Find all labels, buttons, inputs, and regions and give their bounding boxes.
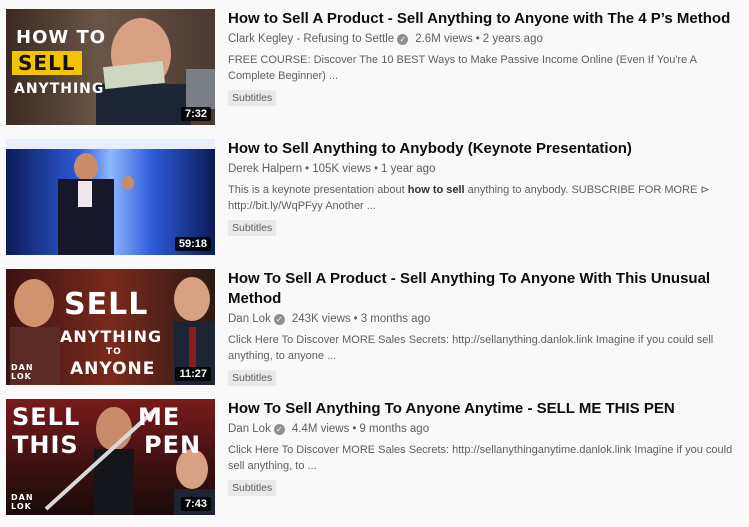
channel-name[interactable]: Dan Lok: [228, 313, 271, 325]
thumbnail-text-line: SELL: [64, 287, 149, 322]
thumbnail-text-line: PEN: [144, 431, 202, 459]
video-byline: Clark Kegley - Refusing to Settle ✓ 2.6M…: [228, 33, 735, 45]
description-highlight: how to sell: [407, 184, 465, 196]
video-byline: Dan Lok ✓ 243K views • 3 months ago: [228, 313, 735, 325]
video-byline: Dan Lok ✓ 4.4M views • 9 months ago: [228, 423, 735, 435]
dan-lok-logo: DAN LOK: [11, 363, 34, 381]
video-duration: 59:18: [174, 237, 211, 251]
video-description: This is a keynote presentation about how…: [228, 182, 735, 214]
thumbnail-text-line: SELL: [12, 403, 81, 431]
upload-age: 1 year ago: [381, 163, 436, 175]
view-count: 4.4M views: [291, 423, 350, 435]
video-thumbnail[interactable]: SELL ANYTHING TO ANYONE DAN LOK 11:27: [6, 269, 215, 385]
thumbnail-text-line: TO: [106, 347, 122, 357]
video-title[interactable]: How To Sell Anything To Anyone Anytime -…: [228, 399, 735, 419]
description-text: This is a keynote presentation about: [228, 184, 408, 196]
thumbnail-text-line: SELL: [18, 51, 76, 75]
view-count: 243K views: [291, 313, 351, 325]
video-description: FREE COURSE: Discover The 10 BEST Ways t…: [228, 54, 697, 82]
subtitles-badge: Subtitles: [228, 220, 277, 236]
byline-separator: •: [374, 163, 379, 175]
video-title[interactable]: How To Sell A Product - Sell Anything To…: [228, 269, 735, 309]
video-title[interactable]: How to Sell Anything to Anybody (Keynote…: [228, 139, 735, 159]
upload-age: 3 months ago: [360, 313, 431, 325]
channel-name[interactable]: Clark Kegley - Refusing to Settle: [228, 33, 394, 45]
byline-separator: •: [352, 423, 357, 435]
verified-check-icon: ✓: [273, 423, 285, 435]
channel-name[interactable]: Dan Lok: [228, 423, 271, 435]
video-description: Click Here To Discover MORE Sales Secret…: [228, 334, 714, 362]
thumbnail-highlight: SELL: [12, 51, 82, 75]
thumbnail-text-line: HOW TO: [16, 27, 107, 48]
search-results-list: HOW TO SELL ANYTHING 7:32 How to Sell A …: [0, 0, 749, 527]
thumbnail-text-line: ANYONE: [70, 359, 156, 379]
video-thumbnail[interactable]: HOW TO SELL ANYTHING 7:32: [6, 9, 215, 125]
subtitles-badge: Subtitles: [228, 370, 277, 386]
video-duration: 7:32: [180, 107, 211, 121]
dan-lok-logo: DAN LOK: [11, 493, 34, 511]
subtitles-badge: Subtitles: [228, 480, 277, 496]
video-byline: Derek Halpern • 105K views • 1 year ago: [228, 163, 735, 175]
byline-separator: •: [475, 33, 480, 45]
video-duration: 11:27: [175, 367, 211, 381]
byline-separator: •: [305, 163, 310, 175]
thumbnail-text-line: ANYTHING: [14, 81, 105, 97]
channel-name[interactable]: Derek Halpern: [228, 163, 302, 175]
video-description: Click Here To Discover MORE Sales Secret…: [228, 444, 733, 472]
byline-separator: •: [353, 313, 358, 325]
subtitles-badge: Subtitles: [228, 90, 277, 106]
upload-age: 9 months ago: [359, 423, 430, 435]
thumbnail-text-line: ANYTHING: [60, 327, 163, 346]
thumbnail-text-line: ME: [138, 403, 181, 431]
video-thumbnail[interactable]: 59:18: [6, 139, 215, 255]
thumbnail-text-line: THIS: [12, 431, 79, 459]
video-duration: 7:43: [180, 497, 211, 511]
verified-check-icon: ✓: [273, 313, 285, 325]
verified-check-icon: ✓: [397, 33, 409, 45]
view-count: 2.6M views: [415, 33, 473, 45]
view-count: 105K views: [312, 163, 371, 175]
upload-age: 2 years ago: [482, 33, 543, 45]
video-title[interactable]: How to Sell A Product - Sell Anything to…: [228, 9, 735, 29]
video-thumbnail[interactable]: SELL ME THIS PEN DAN LOK 7:43: [6, 399, 215, 515]
